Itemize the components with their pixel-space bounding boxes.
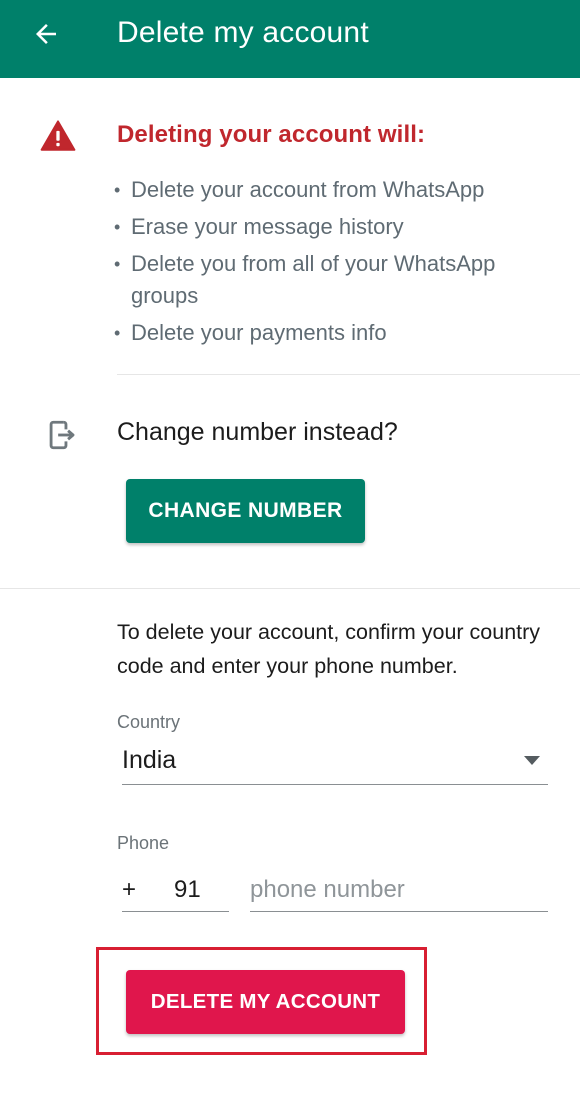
consequences-list: • Delete your account from WhatsApp • Eras…	[112, 174, 552, 354]
bullet-dot: •	[114, 323, 121, 343]
section-divider	[0, 588, 580, 589]
country-dropdown[interactable]: India	[122, 740, 548, 785]
back-button[interactable]	[24, 12, 68, 56]
bullet-dot: •	[114, 180, 121, 200]
country-code-field[interactable]: + 91	[122, 868, 229, 912]
plus-sign: +	[122, 876, 137, 903]
list-item: • Delete you from all of your WhatsApp gr…	[112, 248, 552, 312]
app-bar: Delete my account	[0, 0, 580, 78]
bullet-dot: •	[114, 254, 121, 274]
phone-label: Phone	[117, 833, 170, 853]
list-item-text: Delete your payments info	[131, 320, 387, 345]
list-item-text: Delete your account from WhatsApp	[131, 177, 485, 202]
list-item: • Delete your payments info	[112, 317, 552, 349]
arrow-left-icon	[36, 24, 56, 44]
list-item: • Delete your account from WhatsApp	[112, 174, 552, 206]
country-value: India	[122, 746, 177, 774]
delete-my-account-button[interactable]: DELETE MY ACCOUNT	[126, 970, 405, 1034]
phone-number-input[interactable]	[250, 868, 548, 912]
country-label: Country	[117, 712, 181, 732]
bullet-dot: •	[114, 217, 121, 237]
change-number-button[interactable]: CHANGE NUMBER	[126, 479, 365, 543]
page-title: Delete my account	[117, 16, 369, 49]
list-item-text: Erase your message history	[131, 214, 404, 239]
change-number-label: Change number instead?	[117, 418, 398, 446]
section-divider	[117, 374, 580, 375]
country-code-value: 91	[174, 876, 201, 903]
warning-heading: Deleting your account will:	[117, 121, 426, 148]
change-phone-icon	[49, 420, 75, 450]
warning-triangle-icon	[40, 120, 76, 151]
list-item: • Erase your message history	[112, 211, 552, 243]
list-item-text: Delete you from all of your WhatsApp gro…	[131, 251, 496, 308]
delete-instructions: To delete your account, confirm your cou…	[117, 620, 541, 678]
dropdown-arrow-icon	[524, 756, 540, 765]
